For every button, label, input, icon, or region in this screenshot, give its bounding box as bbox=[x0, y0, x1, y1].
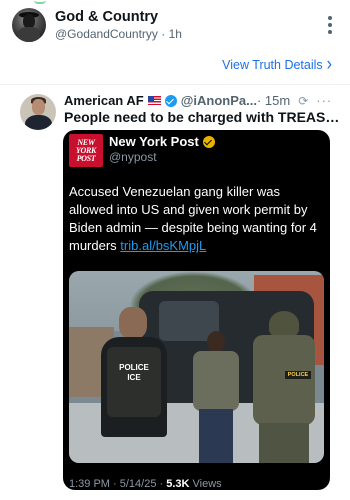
quoted-more-icon[interactable]: ··· bbox=[316, 93, 332, 108]
embed-body-text: Accused Venezuelan gang killer was allow… bbox=[69, 183, 326, 255]
embed-views-label: Views bbox=[189, 478, 222, 490]
quoted-author-name[interactable]: American AF bbox=[64, 93, 144, 108]
embed-timestamp: 1:39 PM · 5/14/25 · bbox=[69, 478, 167, 490]
avatar-head-shape bbox=[23, 14, 35, 28]
author-handle[interactable]: @GodandCountryy bbox=[55, 27, 158, 41]
person-head bbox=[207, 331, 225, 353]
officer-head bbox=[119, 307, 147, 339]
embed-source-name[interactable]: New York Post bbox=[109, 134, 199, 149]
person-torso bbox=[193, 351, 239, 411]
officer-torso bbox=[253, 335, 315, 425]
chevron-right-icon: › bbox=[326, 54, 332, 75]
top-edge-fragment bbox=[34, 0, 46, 4]
embed-footer: 1:39 PM · 5/14/25 · 5.3K Views bbox=[69, 478, 222, 490]
quoted-post-text: People need to be charged with TREASON.. bbox=[64, 109, 344, 125]
nypost-logo-icon[interactable]: NEW YORK POST bbox=[69, 134, 103, 167]
more-options-icon[interactable] bbox=[328, 16, 332, 34]
author-meta: @GodandCountryy · 1h bbox=[55, 27, 182, 41]
verified-badge-icon bbox=[164, 94, 177, 107]
quoted-author-avatar[interactable] bbox=[20, 94, 56, 130]
divider bbox=[0, 84, 350, 85]
person-legs bbox=[199, 409, 233, 463]
quoted-author-handle[interactable]: @iAnonPa... bbox=[181, 93, 257, 108]
logo-line: POST bbox=[76, 153, 96, 163]
avatar-body-shape bbox=[18, 27, 40, 42]
author-name[interactable]: God & Country bbox=[55, 9, 158, 25]
meta-separator: · bbox=[161, 27, 166, 41]
officer-legs bbox=[259, 423, 309, 463]
embed-photo[interactable]: POLICE ICE POLICE bbox=[69, 271, 324, 463]
more-dot bbox=[328, 23, 332, 27]
photo-person-center bbox=[189, 331, 244, 463]
officer-helmet bbox=[269, 311, 299, 337]
post-age: 1h bbox=[168, 27, 182, 41]
embed-view-count: 5.3K bbox=[166, 478, 190, 490]
gold-verified-icon bbox=[202, 135, 215, 148]
author-avatar[interactable] bbox=[12, 8, 46, 42]
avatar-suit-shape bbox=[25, 115, 52, 130]
vest-label-line2: ICE bbox=[127, 373, 141, 382]
vest-label-line1: POLICE bbox=[119, 363, 149, 372]
view-truth-details-link[interactable]: View Truth Details › bbox=[222, 54, 332, 75]
embed-source-handle[interactable]: @nypost bbox=[109, 150, 157, 164]
more-dot bbox=[328, 16, 332, 20]
quoted-post-time: · 15m bbox=[256, 93, 291, 108]
embedded-post-card[interactable]: NEW YORK POST New York Post @nypost Accu… bbox=[63, 130, 330, 490]
police-patch: POLICE bbox=[285, 371, 311, 379]
quoted-post-header: American AF @iAnonPa... · 15m ⟳ ··· bbox=[64, 93, 340, 108]
photo-officer-right: POLICE bbox=[247, 311, 322, 463]
vest-label: POLICE ICE bbox=[111, 363, 157, 383]
more-dot bbox=[328, 30, 332, 34]
embed-link[interactable]: trib.al/bsKMpjL bbox=[120, 238, 206, 253]
photo-officer-left: POLICE ICE bbox=[93, 307, 173, 463]
view-details-label: View Truth Details bbox=[222, 58, 323, 72]
us-flag-icon bbox=[147, 96, 161, 105]
avatar-face-shape bbox=[32, 99, 45, 115]
repost-icon[interactable]: ⟳ bbox=[298, 94, 308, 108]
embed-source-name-row: New York Post bbox=[109, 134, 215, 149]
